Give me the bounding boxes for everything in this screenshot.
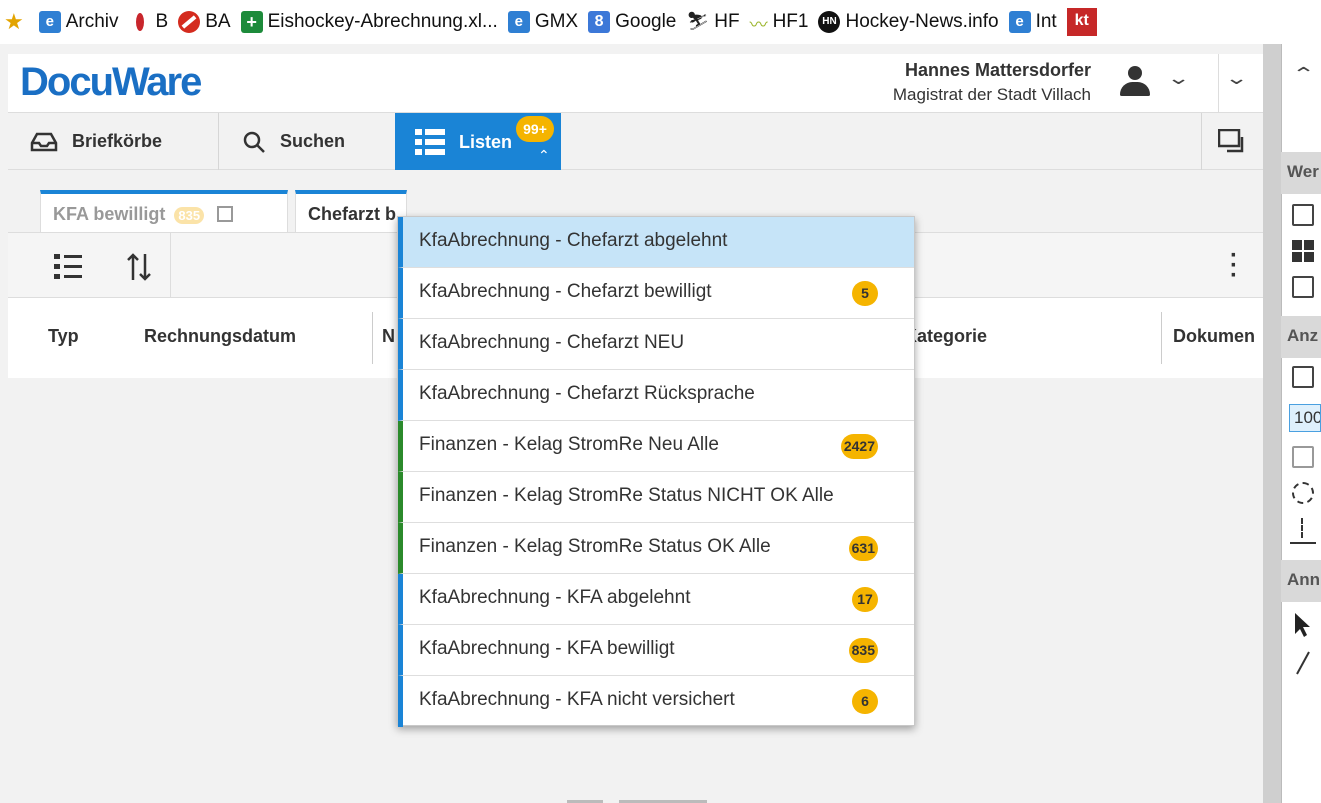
user-menu-chevron-down-icon[interactable]: ⌄ xyxy=(1166,68,1190,89)
column-separator[interactable] xyxy=(1161,312,1162,364)
favorite-hf[interactable]: ⛷ HF xyxy=(686,11,739,33)
user-icon[interactable] xyxy=(1118,66,1152,100)
app-header: DocuWare Hannes Mattersdorfer Magistrat … xyxy=(8,54,1263,112)
count-badge: 6 xyxy=(852,689,878,714)
viewer-section-header: Anz xyxy=(1281,316,1321,358)
favorite-archiv[interactable]: e Archiv xyxy=(38,11,119,33)
favorites-star[interactable]: ★ xyxy=(4,9,29,35)
list-item[interactable]: Finanzen - Kelag StromRe Status NICHT OK… xyxy=(398,472,914,523)
tab-count-badge: 835 xyxy=(174,207,205,224)
download-icon[interactable] xyxy=(1292,276,1314,298)
save-icon[interactable] xyxy=(1292,204,1314,226)
column-separator[interactable] xyxy=(372,312,373,364)
hf-icon: ⛷ xyxy=(686,11,710,31)
flame-icon xyxy=(129,11,151,33)
viewer-section-header: Wer xyxy=(1281,152,1321,194)
no-entry-icon xyxy=(178,11,201,33)
save-disabled-icon xyxy=(1292,446,1314,468)
briefkoerbe-label: Briefkörbe xyxy=(72,131,163,151)
column-dokument[interactable]: Dokumen xyxy=(1173,326,1255,347)
favorite-google[interactable]: 8 Google xyxy=(588,11,676,33)
user-name: Hannes Mattersdorfer xyxy=(904,60,1091,80)
count-badge: 835 xyxy=(848,638,878,663)
fit-page-icon[interactable] xyxy=(1292,366,1314,388)
favorite-hf1[interactable]: 〰 HF1 xyxy=(749,11,809,35)
column-kategorie[interactable]: Kategorie xyxy=(904,326,987,347)
kt-icon: kt xyxy=(1066,8,1097,36)
ie-icon: e xyxy=(38,11,61,33)
suchen-label: Suchen xyxy=(280,131,346,151)
favorite-eishockey[interactable]: + Eishockey-Abrechnung.xl... xyxy=(240,11,498,33)
line-tool-icon[interactable] xyxy=(1293,650,1313,676)
google-icon: 8 xyxy=(588,11,611,33)
list-item[interactable]: KfaAbrechnung - KFA nicht versichert 6 xyxy=(398,676,914,727)
list-item[interactable]: KfaAbrechnung - Chefarzt bewilligt 5 xyxy=(398,268,914,319)
favorite-ba[interactable]: BA xyxy=(178,11,231,33)
sort-icon[interactable] xyxy=(126,252,152,282)
listen-label: Listen xyxy=(459,132,513,152)
column-rechnungsdatum[interactable]: Rechnungsdatum xyxy=(144,326,296,347)
header-collapse-chevron-down-icon[interactable]: ⌄ xyxy=(1224,68,1248,89)
green-cross-icon: + xyxy=(240,11,263,33)
more-options-icon[interactable]: · · · xyxy=(1230,244,1238,288)
favorites-bar: ★ e Archiv B BA + Eishockey-Abrechnung.xl.… xyxy=(0,0,1321,44)
count-badge: 631 xyxy=(848,536,878,561)
column-n[interactable]: N xyxy=(382,326,395,347)
tab-kfa-bewilligt[interactable]: KFA bewilligt 835 xyxy=(40,190,288,232)
favorite-hockey-news[interactable]: HN Hockey-News.info xyxy=(818,11,999,33)
ie-icon: e xyxy=(1008,11,1031,33)
main-toolbar: Briefkörbe Suchen Listen ⌃ 99+ xyxy=(8,112,1263,171)
list-view-icon[interactable] xyxy=(54,253,84,281)
list-icon xyxy=(415,129,445,155)
list-item[interactable]: KfaAbrechnung - Chefarzt abgelehnt xyxy=(398,217,914,268)
viewer-section-header: Ann xyxy=(1281,560,1321,602)
favorite-b[interactable]: B xyxy=(129,11,168,33)
list-item[interactable]: KfaAbrechnung - KFA abgelehnt 17 xyxy=(398,574,914,625)
favorite-kt[interactable]: kt xyxy=(1066,8,1102,36)
docuware-logo[interactable]: DocuWare xyxy=(20,60,202,105)
collapse-chevron-up-icon[interactable]: ⌃ xyxy=(1291,64,1315,85)
left-edge xyxy=(0,44,8,803)
zoom-level[interactable]: 100 xyxy=(1289,404,1321,432)
command-bar-separator xyxy=(170,233,171,297)
list-item[interactable]: KfaAbrechnung - Chefarzt Rücksprache xyxy=(398,370,914,421)
listen-dropdown: KfaAbrechnung - Chefarzt abgelehnt KfaAb… xyxy=(397,216,915,727)
chevron-up-icon: ⌃ xyxy=(538,147,550,163)
favorite-int[interactable]: e Int xyxy=(1008,11,1057,33)
tray-icon xyxy=(30,132,58,151)
tab-label: Chefarzt b xyxy=(308,204,397,224)
search-icon xyxy=(243,131,265,153)
open-external-icon[interactable] xyxy=(217,206,234,222)
list-item[interactable]: Finanzen - Kelag StromRe Status OK Alle 6… xyxy=(398,523,914,574)
list-item[interactable]: Finanzen - Kelag StromRe Neu Alle 2427 xyxy=(398,421,914,472)
count-badge: 17 xyxy=(852,587,878,612)
tab-chefarzt[interactable]: Chefarzt b xyxy=(295,190,407,232)
listen-count-badge: 99+ xyxy=(516,116,554,142)
column-typ[interactable]: Typ xyxy=(48,326,79,347)
toolbar-separator xyxy=(218,113,219,170)
count-badge: 5 xyxy=(852,281,878,306)
docuware-app: DocuWare Hannes Mattersdorfer Magistrat … xyxy=(0,44,1321,803)
rotate-icon[interactable] xyxy=(1292,482,1314,504)
ie-icon: e xyxy=(507,11,530,33)
briefkoerbe-button[interactable]: Briefkörbe xyxy=(30,113,162,170)
count-badge: 2427 xyxy=(840,434,878,459)
list-item[interactable]: KfaAbrechnung - Chefarzt NEU xyxy=(398,319,914,370)
separator-tool-icon[interactable] xyxy=(1290,518,1316,544)
window-icon[interactable] xyxy=(1218,129,1244,153)
header-separator xyxy=(1218,54,1219,112)
list-item[interactable]: KfaAbrechnung - KFA bewilligt 835 xyxy=(398,625,914,676)
star-icon: ★ xyxy=(4,9,24,34)
hf1-icon: 〰 xyxy=(749,15,768,35)
favorite-gmx[interactable]: e GMX xyxy=(507,11,578,33)
tab-label: KFA bewilligt xyxy=(53,204,166,224)
hockey-news-icon: HN xyxy=(818,11,841,33)
pointer-icon[interactable] xyxy=(1293,612,1313,638)
thumbnails-icon[interactable] xyxy=(1292,240,1314,262)
user-organization: Magistrat der Stadt Villach xyxy=(892,85,1091,104)
suchen-button[interactable]: Suchen xyxy=(242,113,345,170)
toolbar-separator xyxy=(1201,113,1202,170)
